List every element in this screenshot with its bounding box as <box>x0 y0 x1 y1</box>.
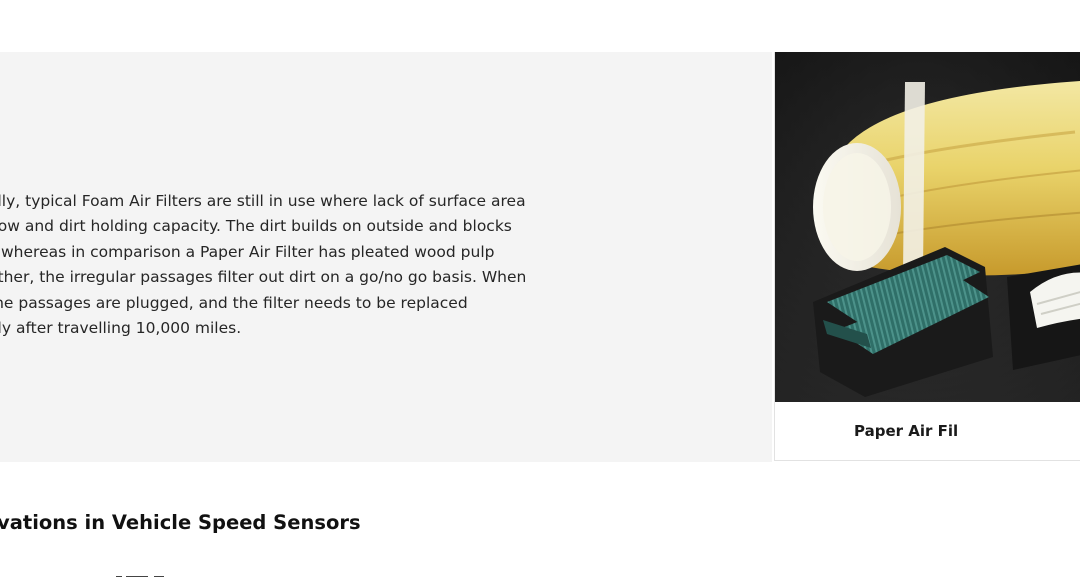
paragraph-line: ally, typical Foam Air Filters are still… <box>0 192 526 210</box>
image-figure: Paper Air Fil <box>774 52 1080 461</box>
paragraph-line: s whereas in comparison a Paper Air Filt… <box>0 242 495 261</box>
page: ally, typical Foam Air Filters are still… <box>0 0 1080 577</box>
info-panel: ally, typical Foam Air Filters are still… <box>0 52 772 462</box>
paragraph-line: the passages are plugged, and the filter… <box>0 293 468 312</box>
filter-paragraph: ally, typical Foam Air Filters are still… <box>0 189 748 341</box>
figure-caption: Paper Air Fil <box>854 422 959 440</box>
paper-air-filter-photo <box>775 52 1080 402</box>
section-heading: vations in Vehicle Speed Sensors <box>0 511 361 534</box>
paragraph-line: flow and dirt holding capacity. The dirt… <box>0 217 512 236</box>
paragraph-line: ether, the irregular passages filter out… <box>0 268 527 287</box>
air-filter-illustration <box>775 52 1080 402</box>
paragraph-line: ely after travelling 10,000 miles. <box>0 319 242 338</box>
cut-off-text-line <box>30 569 1070 577</box>
